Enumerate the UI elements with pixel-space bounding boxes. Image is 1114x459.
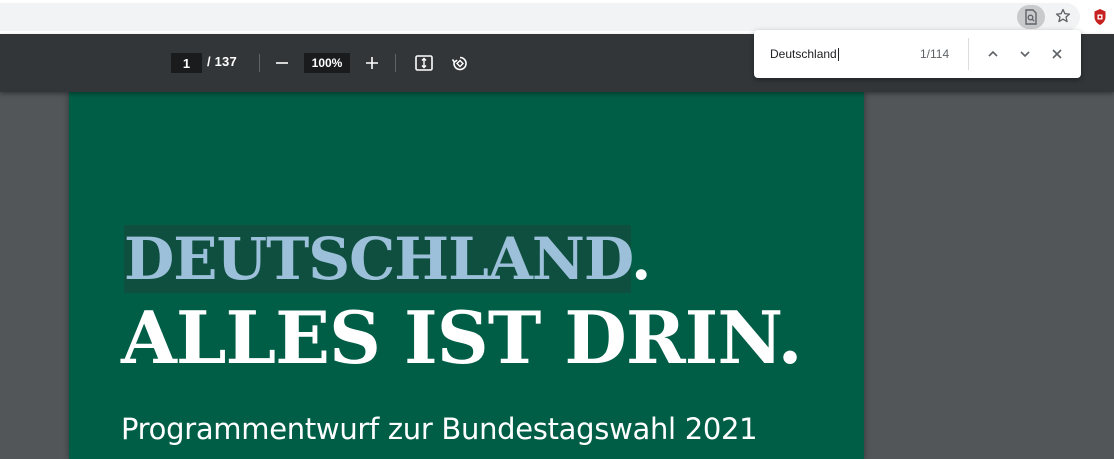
find-previous-button[interactable] <box>981 42 1005 66</box>
headline-line-1: DEUTSCHLAND. <box>124 225 651 293</box>
text-caret <box>837 47 839 61</box>
rotate-icon <box>451 56 467 71</box>
zoom-out-icon <box>276 62 288 64</box>
address-bar[interactable] <box>0 3 1080 31</box>
extension-icon <box>1094 9 1106 25</box>
chevron-up-icon <box>988 50 998 57</box>
fit-to-page-icon <box>415 55 433 71</box>
page-number-input[interactable]: 1 <box>171 53 202 73</box>
headline-period: . <box>631 225 651 293</box>
fit-to-page-button[interactable] <box>410 49 438 77</box>
search-highlight: DEUTSCHLAND <box>124 225 632 293</box>
toolbar-divider <box>395 54 396 72</box>
find-bar-divider <box>968 38 969 70</box>
browser-toolbar <box>0 0 1114 34</box>
zoom-in-button[interactable] <box>358 49 386 77</box>
star-icon <box>1055 8 1071 23</box>
pdf-page: DEUTSCHLAND. ALLES IST DRIN. Programment… <box>69 92 864 459</box>
extension-button[interactable] <box>1090 5 1110 29</box>
find-query-text: Deutschland <box>770 47 837 61</box>
find-close-button[interactable] <box>1045 42 1069 66</box>
page-total-label: / 137 <box>207 54 237 69</box>
find-in-page-icon <box>1025 9 1037 25</box>
chevron-down-icon <box>1020 51 1030 58</box>
headline-line-2: ALLES IST DRIN. <box>121 295 803 380</box>
find-input[interactable]: Deutschland <box>770 46 910 62</box>
bookmark-button[interactable] <box>1052 4 1074 28</box>
find-in-page-button[interactable] <box>1017 5 1045 29</box>
document-subtitle: Programmentwurf zur Bundestagswahl 2021 <box>121 412 758 446</box>
find-next-button[interactable] <box>1013 42 1037 66</box>
find-bar: Deutschland 1/114 <box>754 30 1081 78</box>
zoom-level-input[interactable]: 100% <box>304 53 350 73</box>
toolbar-divider <box>259 54 260 72</box>
find-match-count: 1/114 <box>920 47 950 61</box>
zoom-out-button[interactable] <box>268 49 296 77</box>
zoom-in-icon <box>366 57 378 69</box>
rotate-button[interactable] <box>446 49 474 77</box>
close-icon <box>1052 49 1062 59</box>
